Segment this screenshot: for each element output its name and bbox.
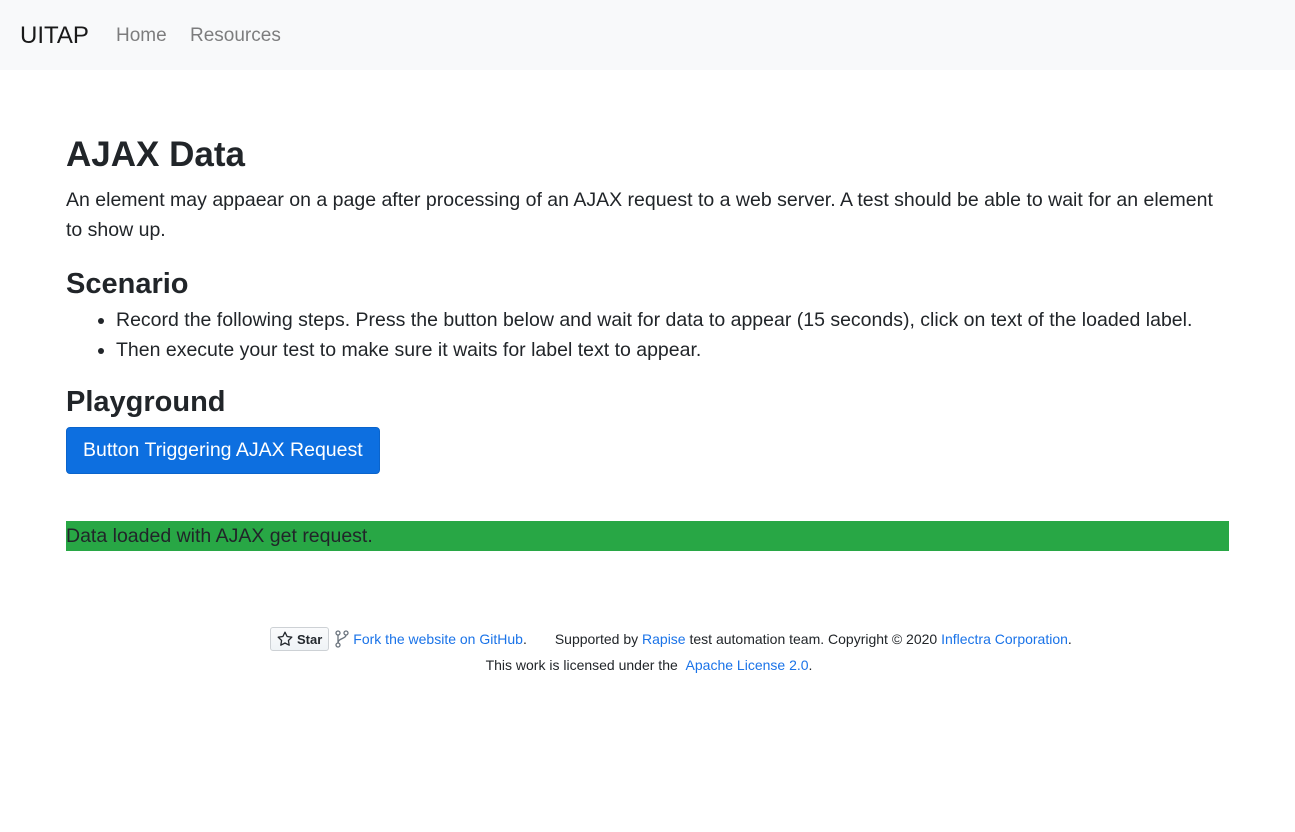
license-prefix: This work is licensed under the <box>485 657 682 673</box>
github-star-button[interactable]: Star <box>270 627 330 651</box>
main-content: AJAX Data An element may appaear on a pa… <box>66 130 1229 474</box>
supported-middle: test automation team. Copyright © 2020 <box>689 631 938 647</box>
nav-link-home[interactable]: Home <box>116 23 167 49</box>
fork-icon <box>335 630 349 648</box>
brand-link[interactable]: UITAP <box>20 20 89 52</box>
license-suffix: . <box>808 657 813 673</box>
playground-heading: Playground <box>66 386 226 418</box>
footer-row-support: Star Fork the website on GitHub. Support… <box>270 626 1072 652</box>
footer-row-license: This work is licensed under the Apache L… <box>0 657 1295 673</box>
scenario-step: Then execute your test to make sure it w… <box>116 335 1229 365</box>
loaded-data-label[interactable]: Data loaded with AJAX get request. <box>66 521 1229 551</box>
star-label: Star <box>297 631 323 647</box>
page-title: AJAX Data <box>66 135 245 174</box>
supported-prefix: Supported by <box>554 631 639 647</box>
top-navbar: UITAP Home Resources <box>0 0 1295 70</box>
fork-suffix: . <box>522 631 527 647</box>
fork-github-link[interactable]: Fork the website on GitHub <box>353 631 523 647</box>
scenario-heading: Scenario <box>66 268 189 300</box>
supported-suffix: . <box>1067 631 1072 647</box>
ajax-request-button[interactable]: Button Triggering AJAX Request <box>66 427 380 474</box>
inflectra-link[interactable]: Inflectra Corporation <box>941 631 1068 647</box>
star-icon <box>277 631 293 646</box>
scenario-steps-list: Record the following steps. Press the bu… <box>66 305 1229 365</box>
scenario-step: Record the following steps. Press the bu… <box>116 305 1229 335</box>
intro-text: An element may appaear on a page after p… <box>66 189 1213 241</box>
nav-link-resources[interactable]: Resources <box>190 23 281 49</box>
apache-license-link[interactable]: Apache License 2.0 <box>686 657 809 673</box>
rapise-link[interactable]: Rapise <box>642 631 686 647</box>
